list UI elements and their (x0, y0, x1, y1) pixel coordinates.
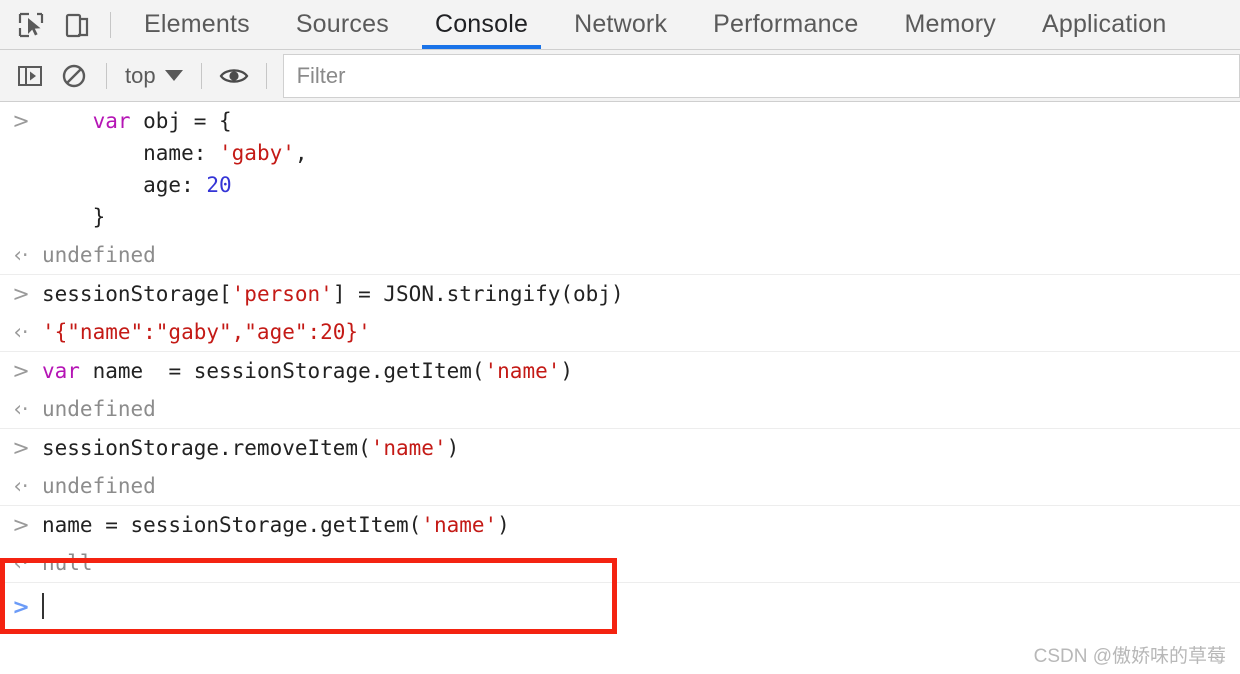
output-marker-icon: ‹· (13, 397, 29, 421)
console-output-value: undefined (42, 397, 156, 421)
text-cursor (42, 593, 44, 619)
console-input-row[interactable]: > var name = sessionStorage.getItem('name… (0, 352, 1240, 390)
console-output-row: ‹· '{"name":"gaby","age":20}' (0, 313, 1240, 351)
input-marker-icon: > (12, 109, 30, 133)
output-marker-icon: ‹· (13, 474, 29, 498)
console-toolbar-divider-2 (200, 62, 202, 89)
console-entry: > sessionStorage.removeItem('name') ‹· unde… (0, 429, 1240, 506)
filter-placeholder: Filter (296, 62, 346, 88)
tab-sources[interactable]: Sources (273, 0, 412, 49)
console-input-row[interactable]: > name = sessionStorage.getItem('name') (0, 506, 1240, 544)
execution-context-label: top (125, 62, 156, 88)
input-marker-icon: > (12, 436, 30, 460)
console-entry: > var obj = { name: 'gaby', age: 20 } ‹· u… (0, 102, 1240, 275)
console-output-row: ‹· undefined (0, 390, 1240, 428)
console-entry: > name = sessionStorage.getItem('name') ‹·… (0, 506, 1240, 583)
console-output-value: undefined (42, 243, 156, 267)
inspect-cursor-icon[interactable] (8, 2, 54, 48)
console-toolbar: top Filter (0, 50, 1240, 102)
clear-console-icon[interactable] (52, 54, 96, 98)
tab-network[interactable]: Network (551, 0, 690, 49)
console-input-code: sessionStorage['person'] = JSON.stringif… (42, 282, 624, 306)
console-output-value: '{"name":"gaby","age":20}' (42, 320, 371, 344)
console-output-row: ‹· null (0, 544, 1240, 582)
console-input-code: var obj = { name: 'gaby', age: 20 } (42, 109, 308, 229)
tab-elements[interactable]: Elements (121, 0, 273, 49)
devtools-tabbar: Elements Sources Console Network Perform… (0, 0, 1240, 50)
console-output-value: null (42, 551, 93, 575)
devtools-window: Elements Sources Console Network Perform… (0, 0, 1240, 674)
console-input-row[interactable]: > sessionStorage.removeItem('name') (0, 429, 1240, 467)
input-marker-icon: > (12, 513, 30, 537)
console-output-row: ‹· undefined (0, 236, 1240, 274)
tab-memory[interactable]: Memory (881, 0, 1018, 49)
console-messages: > var obj = { name: 'gaby', age: 20 } ‹· u… (0, 102, 1240, 626)
console-input-code: name = sessionStorage.getItem('name') (42, 513, 510, 537)
toolbar-divider (110, 11, 111, 38)
tab-application[interactable]: Application (1019, 0, 1190, 49)
console-output-value: undefined (42, 474, 156, 498)
tab-console[interactable]: Console (412, 0, 551, 49)
console-input-row[interactable]: > var obj = { name: 'gaby', age: 20 } (0, 102, 1240, 236)
input-marker-icon: > (12, 282, 30, 306)
watermark: CSDN @傲娇味的草莓 (1033, 646, 1226, 667)
console-toolbar-divider-3 (265, 62, 267, 89)
console-prompt-input[interactable] (42, 591, 1240, 623)
device-toolbar-icon[interactable] (54, 2, 100, 48)
live-expression-eye-icon[interactable] (212, 54, 256, 98)
console-prompt-row[interactable]: > (0, 583, 1240, 626)
chevron-down-icon (164, 70, 183, 81)
console-entry: > var name = sessionStorage.getItem('name… (0, 352, 1240, 429)
output-marker-icon: ‹· (13, 320, 29, 344)
input-marker-icon: > (12, 359, 30, 383)
filter-input[interactable]: Filter (282, 53, 1240, 98)
console-input-code: var name = sessionStorage.getItem('name'… (42, 359, 574, 383)
console-input-row[interactable]: > sessionStorage['person'] = JSON.stringi… (0, 275, 1240, 313)
console-input-code: sessionStorage.removeItem('name') (42, 436, 460, 460)
tab-performance[interactable]: Performance (690, 0, 881, 49)
console-output-row: ‹· undefined (0, 467, 1240, 505)
output-marker-icon: ‹· (13, 551, 29, 575)
console-sidebar-icon[interactable] (8, 54, 52, 98)
toolbar-icons (8, 0, 121, 49)
execution-context-selector[interactable]: top (117, 63, 191, 89)
prompt-marker-icon: > (12, 595, 30, 619)
panel-tabs: Elements Sources Console Network Perform… (121, 0, 1189, 49)
console-toolbar-divider-1 (106, 62, 107, 89)
output-marker-icon: ‹· (13, 243, 29, 267)
console-entry: > sessionStorage['person'] = JSON.stringi… (0, 275, 1240, 352)
